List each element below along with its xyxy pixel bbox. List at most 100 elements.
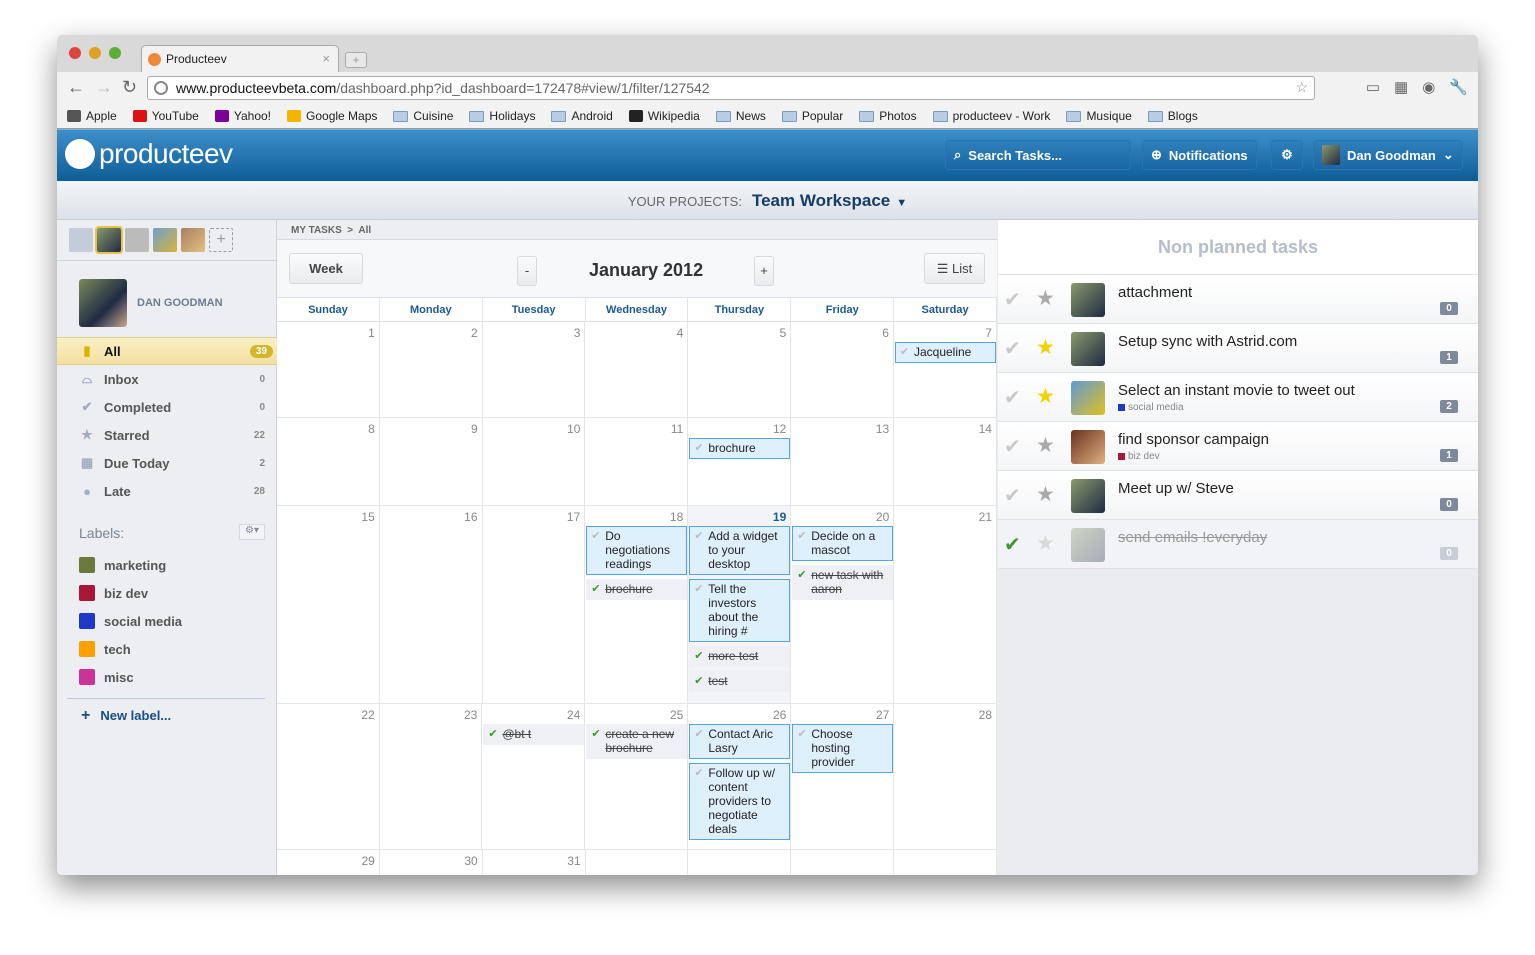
- member-avatar[interactable]: [125, 228, 149, 252]
- calendar-day[interactable]: 1: [277, 322, 380, 417]
- week-view-button[interactable]: Week: [289, 253, 363, 284]
- reload-icon[interactable]: ↻: [122, 77, 137, 98]
- calendar-task[interactable]: ✔ Do negotiations readings: [586, 526, 688, 575]
- sidebar-item-late[interactable]: ● Late 28: [57, 477, 277, 505]
- calendar-day[interactable]: 3: [483, 322, 586, 417]
- calendar-task[interactable]: ✔ test: [689, 671, 791, 692]
- sidebar-item-completed[interactable]: ✔ Completed 0: [57, 393, 277, 421]
- comment-count-badge[interactable]: 0: [1440, 547, 1458, 560]
- task-row[interactable]: ✔ ★ find sponsor campaign biz dev 1: [998, 422, 1478, 471]
- check-icon[interactable]: ✔: [488, 727, 497, 741]
- calendar-task[interactable]: ✔ create a new brochure: [586, 724, 688, 759]
- calendar-task[interactable]: ✔ Decide on a mascot: [792, 526, 894, 561]
- calendar-day[interactable]: 25 ✔ create a new brochure: [585, 704, 689, 849]
- star-icon[interactable]: ★: [1036, 482, 1055, 507]
- check-icon[interactable]: ✔: [591, 582, 600, 596]
- calendar-task[interactable]: ✔ Choose hosting provider: [792, 724, 894, 773]
- forward-icon[interactable]: →: [95, 77, 113, 98]
- calendar-day[interactable]: 31: [483, 850, 586, 875]
- calendar-day[interactable]: 9: [380, 418, 483, 505]
- calendar-day[interactable]: 24 ✔ @bt t: [482, 704, 586, 849]
- close-tab-icon[interactable]: ×: [322, 51, 330, 66]
- complete-check-icon[interactable]: ✔: [1004, 287, 1021, 312]
- calendar-task[interactable]: ✔ more test: [689, 646, 791, 667]
- check-icon[interactable]: ✔: [694, 674, 703, 688]
- check-icon[interactable]: ✔: [900, 345, 909, 359]
- new-label-button[interactable]: + New label...: [81, 707, 171, 725]
- settings-button[interactable]: ⚙: [1271, 140, 1303, 170]
- minimize-window-button[interactable]: [89, 47, 101, 59]
- extension-icon[interactable]: ◉: [1422, 78, 1435, 96]
- new-tab-button[interactable]: +: [345, 52, 367, 68]
- calendar-task[interactable]: ✔ Follow up w/ content providers to negot…: [689, 763, 791, 840]
- check-icon[interactable]: ✔: [694, 649, 703, 663]
- calendar-day[interactable]: 30: [380, 850, 483, 875]
- member-avatar[interactable]: [153, 228, 177, 252]
- complete-check-icon[interactable]: ✔: [1004, 434, 1021, 459]
- star-icon[interactable]: ★: [1036, 384, 1055, 409]
- task-row[interactable]: ✔ ★ Setup sync with Astrid.com 1: [998, 324, 1478, 373]
- previous-month-button[interactable]: -: [517, 256, 537, 286]
- sidebar-item-all[interactable]: ▮ All 39: [57, 337, 277, 365]
- check-icon[interactable]: ✔: [797, 529, 806, 543]
- bookmark-item[interactable]: Apple: [67, 109, 117, 123]
- check-icon[interactable]: ✔: [694, 441, 703, 455]
- bookmark-item[interactable]: YouTube: [132, 109, 199, 123]
- calendar-day[interactable]: 27 ✔ Choose hosting provider: [791, 704, 895, 849]
- calendar-day[interactable]: 29: [277, 850, 380, 875]
- check-icon[interactable]: ✔: [694, 766, 703, 780]
- label-item[interactable]: marketing: [79, 551, 182, 579]
- calendar-day[interactable]: 22: [277, 704, 380, 849]
- bookmark-item[interactable]: Blogs: [1147, 109, 1198, 123]
- calendar-day[interactable]: 5: [688, 322, 792, 417]
- check-icon[interactable]: ✔: [797, 568, 806, 582]
- check-icon[interactable]: ✔: [591, 727, 600, 741]
- task-row[interactable]: ✔ ★ Select an instant movie to tweet out so…: [998, 373, 1478, 422]
- wrench-icon[interactable]: 🔧: [1449, 78, 1468, 96]
- browser-tab[interactable]: Producteev ×: [141, 45, 339, 72]
- task-row[interactable]: ✔ ★ send emails !everyday 0: [998, 520, 1478, 569]
- list-view-button[interactable]: ☰ List: [924, 253, 985, 284]
- calendar-task[interactable]: ✔ @bt t: [483, 724, 585, 745]
- project-selector[interactable]: Team Workspace: [752, 191, 890, 210]
- calendar-day[interactable]: 17: [483, 506, 586, 703]
- bookmark-item[interactable]: Musique: [1066, 109, 1132, 123]
- task-row[interactable]: ✔ ★ attachment 0: [998, 275, 1478, 324]
- bookmark-item[interactable]: Photos: [859, 109, 917, 123]
- label-item[interactable]: biz dev: [79, 579, 182, 607]
- calendar-day[interactable]: [688, 850, 792, 875]
- calendar-task[interactable]: ✔ Contact Aric Lasry: [689, 724, 791, 759]
- calendar-day[interactable]: 16: [380, 506, 483, 703]
- labels-settings-button[interactable]: ⚙▾: [239, 524, 265, 540]
- team-icon[interactable]: [69, 228, 93, 252]
- notifications-button[interactable]: ⊕ Notifications: [1142, 140, 1257, 170]
- comment-count-badge[interactable]: 0: [1440, 498, 1458, 511]
- bookmark-item[interactable]: Cuisine: [393, 109, 453, 123]
- label-item[interactable]: misc: [79, 663, 182, 691]
- check-icon[interactable]: ✔: [694, 582, 703, 596]
- calendar-task[interactable]: ✔ brochure: [689, 438, 791, 459]
- check-icon[interactable]: ✔: [591, 529, 600, 543]
- calendar-day[interactable]: 20 ✔ Decide on a mascot ✔ new task with aaro…: [791, 506, 895, 703]
- user-menu-button[interactable]: Dan Goodman ⌄: [1313, 140, 1463, 170]
- calendar-task[interactable]: ✔ new task with aaron: [792, 565, 894, 600]
- calendar-day[interactable]: 13: [791, 418, 895, 505]
- calendar-day[interactable]: 12 ✔ brochure: [688, 418, 792, 505]
- back-icon[interactable]: ←: [67, 77, 85, 98]
- add-member-icon[interactable]: +: [209, 228, 233, 252]
- calendar-day[interactable]: 4: [585, 322, 689, 417]
- close-window-button[interactable]: [69, 47, 81, 59]
- calendar-day[interactable]: [894, 850, 998, 875]
- calendar-day[interactable]: 19 ✔ Add a widget to your desktop ✔ Tell the…: [688, 506, 792, 703]
- calendar-day[interactable]: 8: [277, 418, 380, 505]
- calendar-day[interactable]: 10: [483, 418, 586, 505]
- member-avatar[interactable]: [95, 226, 123, 254]
- member-avatar[interactable]: [181, 228, 205, 252]
- bookmark-star-icon[interactable]: ☆: [1295, 79, 1308, 96]
- breadcrumb-all[interactable]: All: [358, 225, 371, 236]
- calendar-day[interactable]: 28: [894, 704, 998, 849]
- bookmark-item[interactable]: Wikipedia: [628, 109, 700, 123]
- star-icon[interactable]: ★: [1036, 286, 1055, 311]
- extension-icon[interactable]: ▭: [1366, 78, 1380, 96]
- task-row[interactable]: ✔ ★ Meet up w/ Steve 0: [998, 471, 1478, 520]
